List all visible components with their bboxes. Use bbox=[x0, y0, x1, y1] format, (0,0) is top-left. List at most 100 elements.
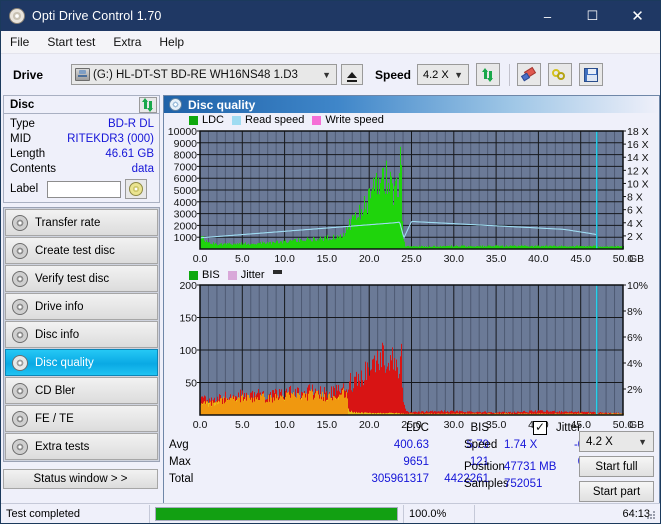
menu-file[interactable]: File bbox=[1, 33, 38, 51]
window-controls: – ☐ ✕ bbox=[525, 1, 660, 31]
eject-button[interactable] bbox=[341, 64, 363, 85]
ldc-chart-container: 1000 2000 3000 4000 5000 6000 7000 8000 9000 1000… bbox=[164, 127, 659, 267]
sidebar-item-label: Drive info bbox=[35, 300, 84, 313]
left-column: Disc Type BD-R DL MID RITEKDR3 (000) Len… bbox=[3, 95, 160, 489]
sidebar-item-drive-info[interactable]: Drive info bbox=[5, 293, 158, 320]
bis-chart-container: 50 100 150 200 2% 4% 6% 8% 10% 0.0 5.0 10.0 15.0 20.0… bbox=[164, 281, 659, 433]
maximize-button[interactable]: ☐ bbox=[570, 1, 615, 31]
menu-help[interactable]: Help bbox=[150, 33, 193, 51]
stats-avg-ldc: 400.63 bbox=[393, 439, 429, 451]
sidebar-item-label: CD Bler bbox=[35, 384, 76, 397]
disc-length-label: Length bbox=[10, 147, 46, 160]
drive-toolbar: Drive (G:) HL-DT-ST BD-RE WH16NS48 1.D3 … bbox=[1, 54, 660, 95]
svg-text:8000: 8000 bbox=[174, 150, 198, 162]
position-value: 47731 MB bbox=[504, 461, 557, 473]
sidebar-item-cd-bler[interactable]: CD Bler bbox=[5, 377, 158, 404]
page-title: Disc quality bbox=[188, 97, 256, 112]
close-button[interactable]: ✕ bbox=[615, 1, 660, 31]
test-speed-value: 4.2 X bbox=[586, 435, 613, 448]
sidebar-item-verify-test-disc[interactable]: Verify test disc bbox=[5, 265, 158, 292]
save-button[interactable] bbox=[579, 63, 603, 86]
title-bar: Opti Drive Control 1.70 – ☐ ✕ bbox=[1, 1, 660, 31]
sidebar-item-label: Transfer rate bbox=[35, 216, 101, 229]
stats-col-ldc: LDC bbox=[405, 422, 429, 434]
test-speed-select[interactable]: 4.2 X ▼ bbox=[579, 431, 654, 452]
legend-write-speed: Write speed bbox=[312, 114, 384, 126]
sidebar-item-label: Create test disc bbox=[35, 244, 115, 257]
link-button[interactable] bbox=[548, 63, 572, 86]
status-window-button[interactable]: Status window > > bbox=[3, 469, 158, 489]
disc-icon bbox=[12, 326, 28, 343]
disc-icon bbox=[12, 410, 28, 427]
refresh-icon bbox=[141, 97, 155, 112]
svg-text:6000: 6000 bbox=[174, 173, 198, 185]
svg-text:30.0: 30.0 bbox=[444, 253, 465, 265]
disc-row-length: Length 46.61 GB bbox=[10, 146, 154, 161]
disc-type-label: Type bbox=[10, 117, 35, 130]
legend-swatch bbox=[232, 115, 242, 125]
menu-bar: File Start test Extra Help bbox=[1, 31, 660, 54]
stats-col-bis: BIS bbox=[470, 422, 489, 434]
svg-text:6 X: 6 X bbox=[627, 205, 643, 217]
resize-grip[interactable] bbox=[647, 511, 657, 521]
menu-extra[interactable]: Extra bbox=[104, 33, 150, 51]
sidebar-item-transfer-rate[interactable]: Transfer rate bbox=[5, 209, 158, 236]
disc-panel-title: Disc bbox=[10, 98, 35, 111]
svg-text:8%: 8% bbox=[627, 306, 642, 318]
erase-button[interactable] bbox=[517, 63, 541, 86]
app-disc-icon bbox=[9, 8, 25, 24]
bis-chart: 501001502002%4%6%8%10%0.0 5.0 10.0 15.0 20.0… bbox=[179, 281, 648, 431]
sidebar-item-disc-quality[interactable]: Disc quality bbox=[5, 349, 158, 376]
disc-icon bbox=[169, 98, 182, 111]
chevron-down-icon: ▼ bbox=[322, 69, 331, 80]
disc-panel-header: Disc bbox=[4, 96, 159, 114]
start-part-button[interactable]: Start part bbox=[579, 481, 654, 502]
svg-text:5.0: 5.0 bbox=[235, 253, 250, 265]
disc-label-caption: Label bbox=[10, 183, 39, 195]
svg-text:GB: GB bbox=[629, 253, 644, 265]
svg-text:50: 50 bbox=[185, 378, 197, 390]
sidebar-item-extra-tests[interactable]: Extra tests bbox=[5, 433, 158, 460]
disc-label-row: Label bbox=[10, 179, 154, 199]
legend-ldc: LDC bbox=[189, 114, 224, 126]
start-full-button[interactable]: Start full bbox=[579, 456, 654, 477]
refresh-button[interactable] bbox=[476, 63, 500, 86]
stats-row-total-label: Total bbox=[169, 473, 194, 485]
svg-text:2 X: 2 X bbox=[627, 231, 643, 243]
disc-row-type: Type BD-R DL bbox=[10, 116, 154, 131]
toolbar-divider bbox=[509, 63, 510, 86]
sidebar-item-disc-info[interactable]: Disc info bbox=[5, 321, 158, 348]
drive-select[interactable]: (G:) HL-DT-ST BD-RE WH16NS48 1.D3 ▼ bbox=[71, 64, 337, 85]
refresh-icon bbox=[481, 67, 495, 82]
sidebar-item-create-test-disc[interactable]: Create test disc bbox=[5, 237, 158, 264]
disc-refresh-button[interactable] bbox=[139, 96, 157, 113]
disc-icon bbox=[12, 242, 28, 259]
disc-label-input[interactable] bbox=[47, 180, 121, 198]
disc-mid-label: MID bbox=[10, 132, 32, 145]
jitter-checkbox[interactable] bbox=[533, 420, 547, 435]
speed-stat-value: 1.74 X bbox=[504, 439, 538, 451]
svg-text:7000: 7000 bbox=[174, 161, 198, 173]
svg-text:12 X: 12 X bbox=[627, 165, 649, 177]
svg-text:1000: 1000 bbox=[174, 232, 198, 244]
disc-icon bbox=[12, 214, 28, 231]
samples-value: 752051 bbox=[504, 478, 543, 490]
svg-text:2000: 2000 bbox=[174, 220, 198, 232]
svg-text:2%: 2% bbox=[627, 384, 642, 396]
disc-type-value: BD-R DL bbox=[107, 117, 154, 130]
svg-text:18 X: 18 X bbox=[627, 127, 649, 138]
speed-select[interactable]: 4.2 X ▼ bbox=[417, 64, 469, 85]
minimize-button[interactable]: – bbox=[525, 1, 570, 31]
disc-label-button[interactable] bbox=[125, 179, 147, 199]
jitter-label: Jitter bbox=[556, 422, 581, 434]
svg-text:4%: 4% bbox=[627, 358, 642, 370]
svg-text:10.0: 10.0 bbox=[274, 253, 295, 265]
stats-row-avg-label: Avg bbox=[169, 439, 189, 451]
legend-label: Read speed bbox=[245, 114, 305, 126]
sidebar-item-label: Disc info bbox=[35, 328, 80, 341]
menu-start-test[interactable]: Start test bbox=[38, 33, 104, 51]
svg-text:10%: 10% bbox=[627, 281, 648, 292]
stats-row-max-label: Max bbox=[169, 456, 191, 468]
svg-text:25.0: 25.0 bbox=[401, 253, 422, 265]
sidebar-item-fe-te[interactable]: FE / TE bbox=[5, 405, 158, 432]
